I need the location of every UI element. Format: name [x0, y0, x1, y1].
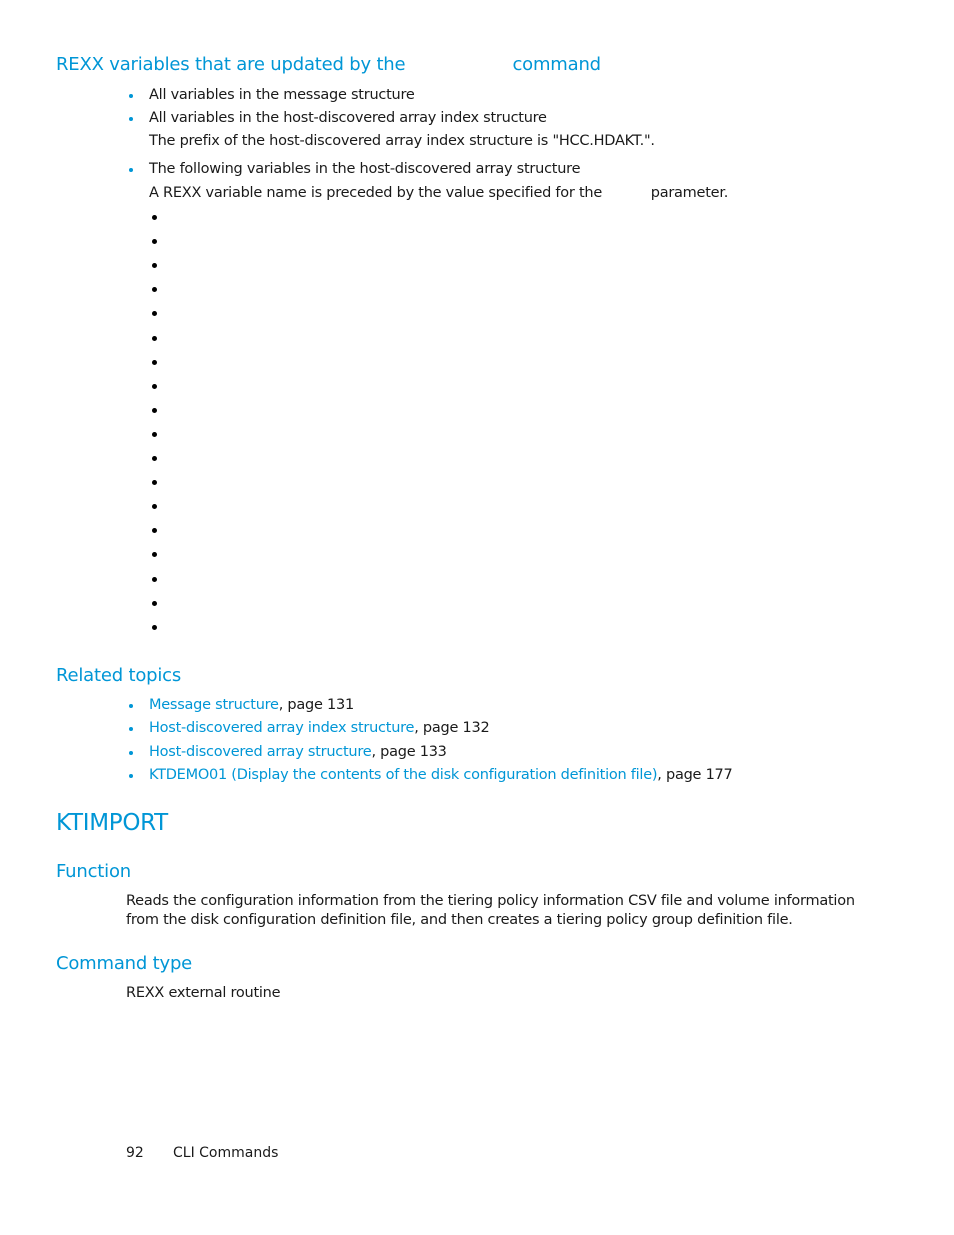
- page-ref: , page 133: [371, 744, 447, 760]
- related-topic-item: KTDEMO01 (Display the contents of the di…: [149, 767, 733, 783]
- sub-bullet-icon: [152, 407, 157, 413]
- list-item: The following variables in the host-disc…: [149, 161, 581, 177]
- bullet-icon: [129, 117, 133, 121]
- related-topic-item: Message structure, page 131: [149, 697, 354, 713]
- bullet-icon: [129, 727, 133, 731]
- related-topic-link-array-index-structure[interactable]: Host-discovered array index structure: [149, 720, 414, 736]
- bullet-icon: [129, 168, 133, 172]
- bullet-icon: [129, 774, 133, 778]
- heading-part-2: command: [512, 54, 601, 75]
- related-topic-item: Host-discovered array index structure, p…: [149, 720, 490, 736]
- function-description-line-2: from the disk configuration definition f…: [126, 912, 793, 928]
- function-heading: Function: [56, 861, 131, 882]
- sub-bullet-icon: [152, 600, 157, 606]
- list-item-note: The prefix of the host-discovered array …: [149, 133, 655, 149]
- sub-bullet-icon: [152, 263, 157, 269]
- command-type-heading: Command type: [56, 953, 193, 974]
- list-item: All variables in the message structure: [149, 87, 415, 103]
- sub-bullet-icon: [152, 311, 157, 317]
- sub-bullet-icon: [152, 359, 157, 365]
- related-topics-heading: Related topics: [56, 665, 182, 686]
- sub-bullet-icon: [152, 528, 157, 534]
- bullet-icon: [129, 94, 133, 98]
- page-ref: , page 177: [657, 767, 733, 783]
- heading-part-1: REXX variables that are updated by the: [56, 54, 406, 75]
- page-number: 92: [126, 1145, 144, 1161]
- command-type-value: REXX external routine: [126, 985, 281, 1001]
- bullet-icon: [129, 751, 133, 755]
- footer-section-title: CLI Commands: [173, 1145, 279, 1161]
- related-topic-link-ktdemo01[interactable]: KTDEMO01 (Display the contents of the di…: [149, 767, 658, 783]
- sub-bullet-icon: [152, 239, 157, 245]
- related-topic-item: Host-discovered array structure, page 13…: [149, 744, 447, 760]
- sub-bullet-icon: [152, 431, 157, 437]
- sub-bullet-icon: [152, 504, 157, 510]
- sub-bullet-icon: [152, 624, 157, 630]
- note-part-1: A REXX variable name is preceded by the …: [149, 185, 603, 201]
- function-description-line-1: Reads the configuration information from…: [126, 893, 855, 909]
- page-ref: , page 131: [278, 697, 354, 713]
- list-item-note: A REXX variable name is preceded by the …: [149, 185, 728, 201]
- sub-bullet-icon: [152, 480, 157, 486]
- related-topic-link-message-structure[interactable]: Message structure: [149, 697, 279, 713]
- sub-bullet-icon: [152, 215, 157, 220]
- related-topic-link-array-structure[interactable]: Host-discovered array structure: [149, 744, 372, 760]
- sub-bullet-icon: [152, 287, 157, 293]
- bullet-icon: [129, 704, 133, 708]
- list-item: All variables in the host-discovered arr…: [149, 110, 547, 126]
- sub-bullet-icon: [152, 552, 157, 558]
- sub-bullet-icon: [152, 335, 157, 341]
- sub-bullet-icon: [152, 383, 157, 389]
- sub-bullet-icon: [152, 456, 157, 461]
- ktimport-title: KTIMPORT: [56, 810, 168, 836]
- rexx-variables-heading: REXX variables that are updated by the c…: [56, 54, 601, 75]
- note-part-2: parameter.: [650, 185, 729, 201]
- sub-bullet-icon: [152, 576, 157, 582]
- page-ref: , page 132: [414, 720, 490, 736]
